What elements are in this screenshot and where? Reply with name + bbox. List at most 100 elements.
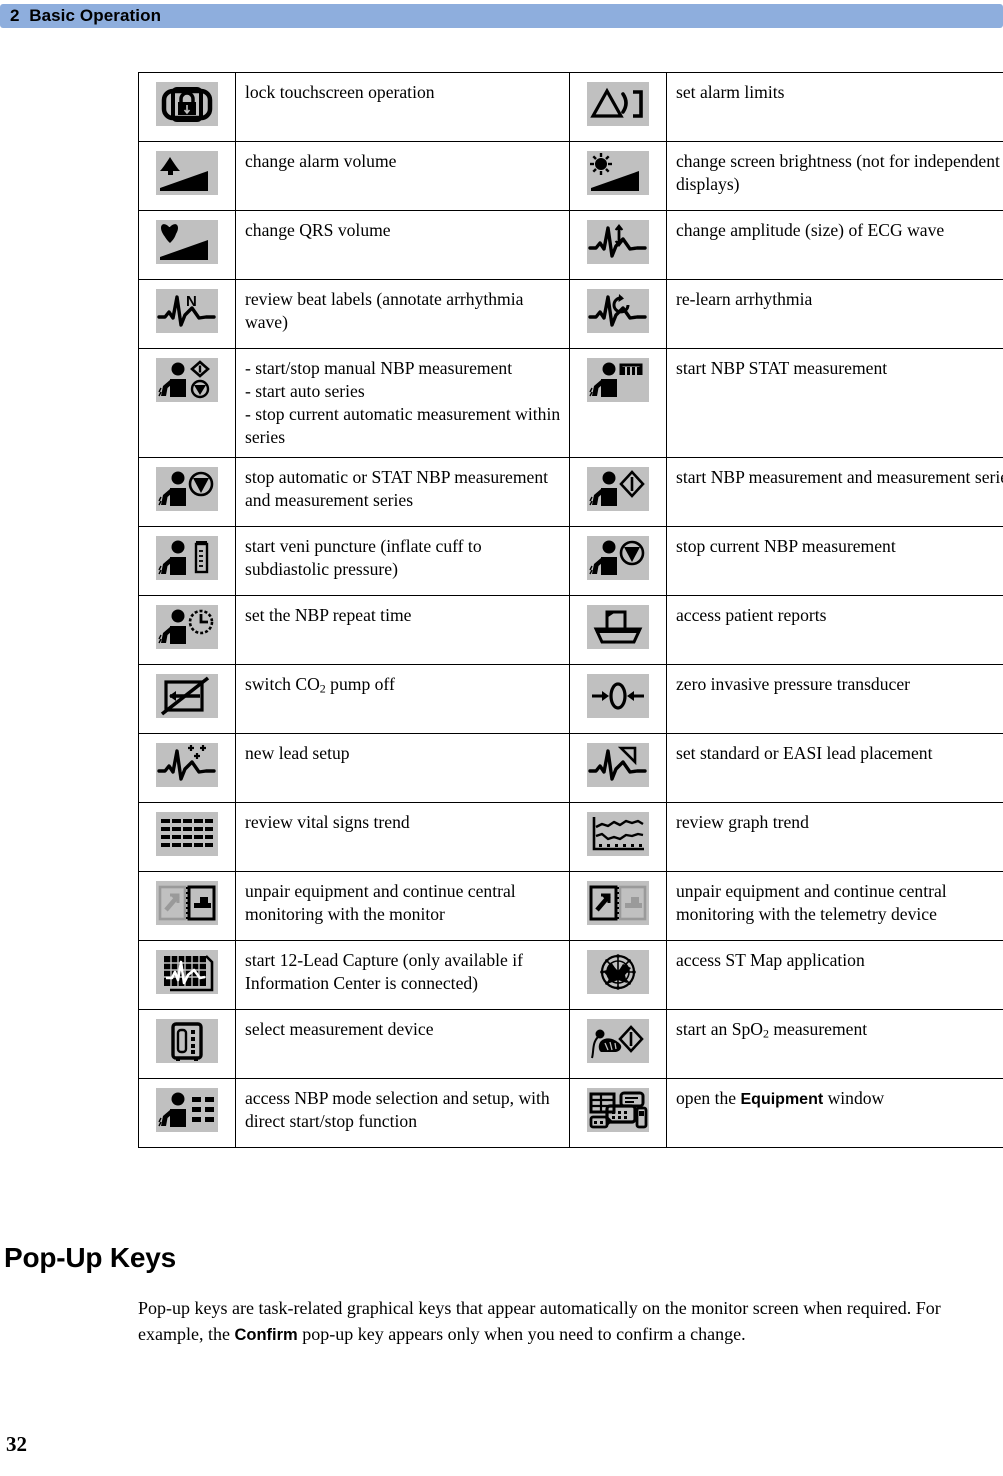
co2-text-prefix: switch CO (245, 674, 320, 695)
text-cell: review graph trend (666, 802, 1003, 873)
co2-pump-off-icon (156, 674, 218, 719)
text-cell: unpair equipment and continue central mo… (666, 871, 1003, 942)
key-description: change QRS volume (245, 220, 391, 240)
key-description: set standard or EASI lead placement (676, 743, 933, 764)
key-description: switch CO2 pump off (245, 673, 561, 697)
spo2-measurement-icon (587, 1019, 649, 1064)
text-cell: lock touchscreen operation (235, 72, 570, 142)
key-description: change amplitude (size) of ECG wave (676, 220, 945, 240)
key-description: start NBP measurement and measurement se… (676, 467, 1003, 488)
text-cell: change QRS volume (235, 210, 570, 280)
table-row: select measurement device start an SpO2 … (138, 1009, 1003, 1080)
icon-cell (138, 871, 236, 942)
screen-brightness-icon (587, 151, 649, 195)
icon-cell (138, 1078, 236, 1149)
text-cell: set standard or EASI lead placement (666, 733, 1003, 804)
icon-cell (569, 210, 667, 280)
text-cell: start NBP STAT measurement (666, 347, 1003, 459)
key-description: stop automatic or STAT NBP measurement a… (245, 467, 549, 511)
key-description: set alarm limits (676, 82, 785, 102)
select-measurement-device-icon (156, 1019, 218, 1064)
icon-cell (569, 141, 667, 211)
icon-cell (569, 664, 667, 735)
text-cell: set alarm limits (666, 72, 1003, 142)
icon-cell (569, 1009, 667, 1080)
icon-cell (138, 457, 236, 528)
table-row: - start/stop manual NBP measurement - st… (138, 347, 1003, 459)
nbp-mode-setup-icon (156, 1088, 218, 1133)
text-cell: switch CO2 pump off (235, 664, 570, 735)
co2-text-suffix: pump off (325, 674, 395, 695)
st-map-icon (587, 950, 649, 995)
table-row: access NBP mode selection and setup, wit… (138, 1078, 1003, 1149)
vital-signs-trend-icon (156, 812, 218, 857)
table-row: review vital signs trend review graph tr… (138, 802, 1003, 873)
icon-cell (138, 141, 236, 211)
key-description: open the Equipment window (676, 1087, 1003, 1111)
key-description: unpair equipment and continue central mo… (245, 881, 516, 925)
alarm-limits-icon (587, 82, 649, 126)
icon-cell: N (138, 279, 236, 349)
text-cell: change amplitude (size) of ECG wave (666, 210, 1003, 280)
text-cell: change screen brightness (not for indepe… (666, 141, 1003, 211)
text-cell: stop automatic or STAT NBP measurement a… (235, 457, 570, 528)
icon-cell (138, 940, 236, 1011)
qrs-volume-icon (156, 220, 218, 264)
text-cell: zero invasive pressure transducer (666, 664, 1003, 735)
nbp-start-series-icon (587, 467, 649, 512)
text-cell: - start/stop manual NBP measurement - st… (235, 347, 570, 459)
graph-trend-icon (587, 812, 649, 857)
svg-text:N: N (186, 293, 197, 310)
equipment-text-prefix: open the (676, 1088, 741, 1109)
icon-cell (569, 457, 667, 528)
table-row: start 12-Lead Capture (only available if… (138, 940, 1003, 1011)
table-row: N review beat labels (annotate arrhythmi… (138, 279, 1003, 349)
icon-cell (138, 802, 236, 873)
icon-cell (138, 595, 236, 666)
easi-lead-placement-icon (587, 743, 649, 788)
nbp-stop-current-icon (587, 536, 649, 581)
key-description: review graph trend (676, 812, 809, 833)
spo2-text-suffix: measurement (768, 1019, 868, 1040)
text-cell: access ST Map application (666, 940, 1003, 1011)
page-running-header: 2 Basic Operation (0, 4, 1003, 28)
text-cell: start 12-Lead Capture (only available if… (235, 940, 570, 1011)
icon-cell (569, 347, 667, 459)
equipment-keyword: Equipment (740, 1091, 824, 1109)
equipment-window-icon (587, 1088, 649, 1133)
twelve-lead-capture-icon (156, 950, 218, 995)
key-description: unpair equipment and continue central mo… (676, 881, 947, 925)
alarm-volume-icon (156, 151, 218, 195)
text-cell: set the NBP repeat time (235, 595, 570, 666)
ecg-amplitude-icon (587, 220, 649, 264)
text-cell: re-learn arrhythmia (666, 279, 1003, 349)
text-cell: access NBP mode selection and setup, wit… (235, 1078, 570, 1149)
lock-touchscreen-icon (156, 82, 218, 126)
equipment-text-suffix: window (823, 1088, 885, 1109)
key-description: re-learn arrhythmia (676, 289, 813, 309)
patient-reports-icon (587, 605, 649, 650)
text-cell: new lead setup (235, 733, 570, 804)
key-description: change screen brightness (not for indepe… (676, 151, 1000, 194)
text-cell: change alarm volume (235, 141, 570, 211)
text-cell: review beat labels (annotate arrhythmia … (235, 279, 570, 349)
confirm-keyword: Confirm (234, 1325, 298, 1344)
text-cell: open the Equipment window (666, 1078, 1003, 1149)
key-description: lock touchscreen operation (245, 82, 435, 102)
unpair-telemetry-icon (587, 881, 649, 926)
icon-cell (138, 526, 236, 597)
key-description: new lead setup (245, 743, 350, 764)
icon-cell (138, 1009, 236, 1080)
text-cell: access patient reports (666, 595, 1003, 666)
key-description: start 12-Lead Capture (only available if… (245, 950, 523, 994)
icon-cell (138, 347, 236, 459)
table-row: stop automatic or STAT NBP measurement a… (138, 457, 1003, 528)
key-description: review beat labels (annotate arrhythmia … (245, 289, 524, 332)
nbp-stat-icon (587, 358, 649, 402)
section-heading-pop-up-keys: Pop-Up Keys (4, 1242, 177, 1273)
icon-cell (569, 279, 667, 349)
table-row: change alarm volume change screen bright… (138, 141, 1003, 211)
spo2-text-prefix: start an SpO (676, 1019, 763, 1040)
graphical-keys-table: lock touchscreen operation set alarm lim… (138, 72, 1003, 1149)
section-paragraph: Pop-up keys are task-related graphical k… (138, 1296, 958, 1347)
